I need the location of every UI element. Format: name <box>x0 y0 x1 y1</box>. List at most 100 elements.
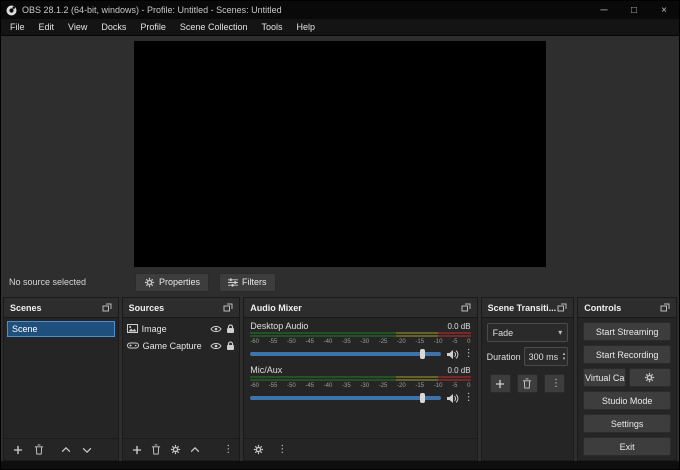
menu-help[interactable]: Help <box>289 19 322 35</box>
channel-options-dots[interactable]: ⋮ <box>464 393 474 403</box>
source-row-image[interactable]: Image <box>123 320 240 337</box>
advanced-audio-gear-icon[interactable] <box>253 444 264 455</box>
volume-meter <box>250 379 471 381</box>
window-controls: ─ □ × <box>589 1 679 19</box>
volume-slider[interactable] <box>250 349 441 359</box>
audio-mixer-title: Audio Mixer <box>250 302 302 313</box>
source-row-game-capture[interactable]: Game Capture <box>123 337 240 354</box>
volume-slider[interactable] <box>250 393 441 403</box>
volume-slider-handle[interactable] <box>419 393 425 403</box>
menu-scene-collection[interactable]: Scene Collection <box>173 19 255 35</box>
close-button[interactable]: × <box>649 1 679 19</box>
chevron-down-icon: ▾ <box>558 328 563 337</box>
dock-row: Scenes Scene Sources Image Game Capture … <box>1 297 679 461</box>
mixer-channel-mic-aux: Mic/Aux 0.0 dB -60 -55 -50 -45 -40 -35 -30 -25-… <box>244 362 476 406</box>
start-streaming-button[interactable]: Start Streaming <box>583 322 671 341</box>
menu-bar: File Edit View Docks Profile Scene Colle… <box>1 19 679 36</box>
transition-properties-dots[interactable]: ⋮ <box>543 374 565 393</box>
popout-icon[interactable] <box>102 303 112 312</box>
controls-body: Start Streaming Start Recording rt Virtu… <box>578 318 676 460</box>
menu-edit[interactable]: Edit <box>32 19 62 35</box>
volume-slider-handle[interactable] <box>419 349 425 359</box>
exit-button[interactable]: Exit <box>583 437 671 456</box>
start-virtual-cam-button[interactable]: rt Virtual Cam <box>583 368 626 387</box>
scene-up-button[interactable] <box>61 446 71 453</box>
popout-icon[interactable] <box>223 303 233 312</box>
minimize-button[interactable]: ─ <box>589 1 619 19</box>
spinner-arrows[interactable]: ▴ ▾ <box>563 351 566 362</box>
sources-panel: Sources Image Game Capture ⋮ <box>121 297 241 461</box>
remove-source-button[interactable] <box>151 444 161 455</box>
audio-mixer-header[interactable]: Audio Mixer <box>244 298 477 318</box>
add-transition-button[interactable] <box>489 374 511 393</box>
scene-transitions-header[interactable]: Scene Transiti... <box>481 298 574 318</box>
lock-icon[interactable] <box>226 340 235 351</box>
settings-button[interactable]: Settings <box>583 414 671 433</box>
popout-icon[interactable] <box>557 303 567 312</box>
add-source-button[interactable] <box>132 445 142 455</box>
scene-transitions-panel: Scene Transiti... Fade ▾ Duration 300 ms… <box>480 297 575 461</box>
popout-icon[interactable] <box>660 303 670 312</box>
channel-options-dots[interactable]: ⋮ <box>464 349 474 359</box>
studio-mode-button[interactable]: Studio Mode <box>583 391 671 410</box>
source-status-text: No source selected <box>9 277 87 287</box>
window-title: OBS 28.1.2 (64-bit, windows) - Profile: … <box>22 5 282 15</box>
maximize-button[interactable]: □ <box>619 1 649 19</box>
volume-meter <box>250 332 471 334</box>
channel-name: Desktop Audio <box>250 321 309 331</box>
channel-level: 0.0 dB <box>447 322 471 331</box>
remove-transition-button[interactable] <box>516 374 538 393</box>
volume-meter <box>250 376 471 378</box>
source-up-button[interactable] <box>190 446 200 453</box>
popout-icon[interactable] <box>461 303 471 312</box>
meter-scale: -60 -55 -50 -45 -40 -35 -30 -25 -20 -15 -10 -5 0 <box>250 383 471 389</box>
virtual-cam-settings-button[interactable] <box>628 368 672 387</box>
game-capture-icon <box>126 342 139 350</box>
menu-file[interactable]: File <box>3 19 32 35</box>
filters-button[interactable]: Filters <box>219 272 276 292</box>
remove-scene-button[interactable] <box>34 444 44 455</box>
controls-title: Controls <box>584 302 622 313</box>
menu-tools[interactable]: Tools <box>254 19 289 35</box>
transitions-body: Fade ▾ Duration 300 ms ▴ ▾ ⋮ <box>482 318 574 460</box>
controls-header[interactable]: Controls <box>578 298 676 318</box>
speaker-icon[interactable] <box>446 393 459 404</box>
obs-window: OBS 28.1.2 (64-bit, windows) - Profile: … <box>0 0 680 470</box>
sources-list: Image Game Capture <box>123 318 240 438</box>
duration-spinner[interactable]: 300 ms ▴ ▾ <box>523 347 569 366</box>
menu-profile[interactable]: Profile <box>133 19 173 35</box>
scene-transitions-title: Scene Transiti... <box>487 302 557 313</box>
sources-more-dots[interactable]: ⋮ <box>223 444 233 455</box>
sources-toolbar: ⋮ <box>122 438 240 460</box>
start-recording-button[interactable]: Start Recording <box>583 345 671 364</box>
status-bar <box>1 461 679 469</box>
visibility-eye-icon[interactable] <box>210 342 222 350</box>
menu-view[interactable]: View <box>61 19 94 35</box>
add-scene-button[interactable] <box>13 445 23 455</box>
scenes-list: Scene <box>4 318 118 438</box>
obs-logo-icon <box>6 5 17 16</box>
speaker-icon[interactable] <box>446 349 459 360</box>
scene-down-button[interactable] <box>82 447 92 453</box>
source-properties-gear-icon[interactable] <box>170 444 181 455</box>
lock-icon[interactable] <box>226 323 235 334</box>
filters-icon <box>228 277 239 287</box>
channel-level: 0.0 dB <box>447 366 471 375</box>
preview-canvas[interactable] <box>134 41 546 267</box>
transition-select[interactable]: Fade ▾ <box>486 323 569 342</box>
scenes-header[interactable]: Scenes <box>4 298 118 318</box>
main-area: No source selected Properties Filters <box>1 36 679 297</box>
menu-docks[interactable]: Docks <box>94 19 133 35</box>
gear-icon <box>144 277 155 288</box>
spin-down-icon[interactable]: ▾ <box>563 356 566 362</box>
properties-button[interactable]: Properties <box>135 272 210 292</box>
mixer-more-dots[interactable]: ⋮ <box>277 444 287 455</box>
title-bar[interactable]: OBS 28.1.2 (64-bit, windows) - Profile: … <box>1 1 679 19</box>
sources-title: Sources <box>128 302 165 313</box>
visibility-eye-icon[interactable] <box>210 325 222 333</box>
image-icon <box>126 324 138 333</box>
sources-header[interactable]: Sources <box>122 298 240 318</box>
audio-mixer-panel: Audio Mixer Desktop Audio 0.0 dB -60 -55-… <box>243 297 478 461</box>
scene-list-item[interactable]: Scene <box>7 321 115 337</box>
scenes-panel: Scenes Scene <box>3 297 119 461</box>
